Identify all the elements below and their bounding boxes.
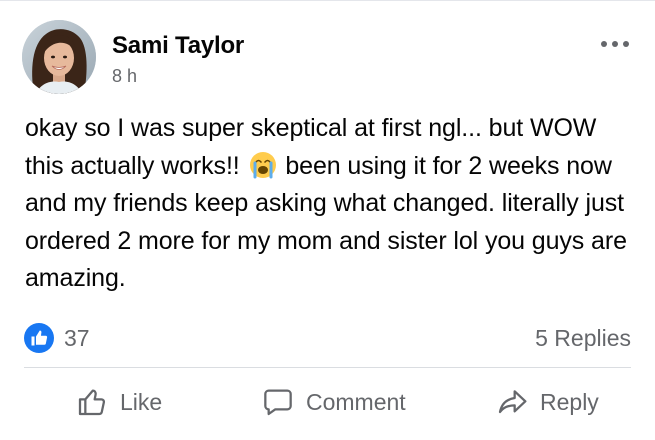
reply-button[interactable]: Reply	[496, 384, 599, 420]
post-text: okay so I was super skeptical at first n…	[25, 110, 635, 298]
like-count[interactable]: 37	[64, 325, 90, 352]
post-header: Sami Taylor 8 h	[22, 20, 635, 96]
replies-count[interactable]: 5 Replies	[535, 325, 631, 352]
speech-bubble-icon	[264, 389, 292, 416]
post-timestamp[interactable]: 8 h	[112, 66, 137, 87]
post-card: Sami Taylor 8 h okay so I was super skep…	[0, 0, 655, 440]
thumbs-up-icon[interactable]	[24, 323, 54, 353]
top-divider	[0, 0, 655, 1]
like-button[interactable]: Like	[76, 384, 162, 420]
reply-label: Reply	[540, 388, 599, 415]
share-arrow-icon	[498, 390, 527, 414]
comment-button[interactable]: Comment	[262, 384, 406, 420]
loudly-crying-face-emoji	[249, 151, 276, 178]
more-options-icon[interactable]	[601, 36, 629, 52]
avatar-photo	[22, 20, 96, 94]
like-label: Like	[120, 388, 163, 415]
comment-label: Comment	[306, 388, 406, 415]
action-bar: Like Comment Reply	[24, 372, 631, 432]
thumbs-up-outline-icon	[78, 389, 106, 416]
avatar[interactable]	[22, 20, 96, 94]
author-name[interactable]: Sami Taylor	[112, 32, 244, 60]
actions-divider	[24, 367, 631, 368]
post-stats: 37 5 Replies	[24, 320, 631, 356]
